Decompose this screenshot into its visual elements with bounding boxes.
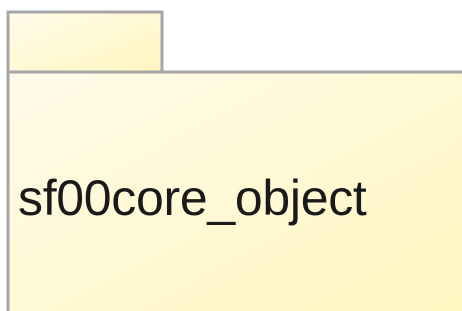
package-shape[interactable] xyxy=(0,0,462,311)
package-tab-fill xyxy=(9,13,161,74)
package-name: sf00core_object xyxy=(18,170,367,226)
diagram-canvas: sf00core_object xyxy=(0,0,462,311)
